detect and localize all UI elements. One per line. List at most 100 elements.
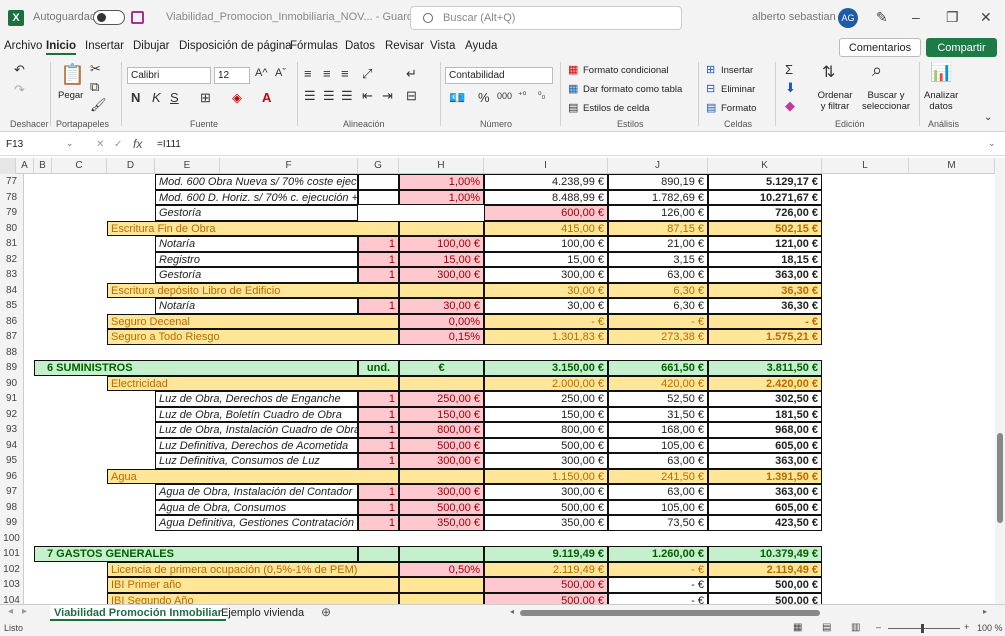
name-box-dropdown-icon[interactable]: ⌄ <box>66 138 74 149</box>
tab-vista[interactable]: Vista <box>430 40 455 52</box>
row-header[interactable]: 93 <box>0 422 24 438</box>
cell-total[interactable]: 726,00 € <box>708 205 822 221</box>
tab-formulas[interactable]: Fórmulas <box>290 40 338 52</box>
cell-unit-price[interactable]: 300,00 € <box>399 267 484 283</box>
search-input[interactable]: Buscar (Alt+Q) <box>410 6 682 30</box>
align-right-icon[interactable]: ☰ <box>341 88 353 104</box>
cell-styles-button[interactable]: Estilos de celda <box>583 103 650 114</box>
row-header[interactable]: 95 <box>0 453 24 469</box>
decrease-decimal-icon[interactable]: ⁰₀ <box>538 90 545 101</box>
bold-icon[interactable]: N <box>131 90 140 105</box>
cell-concept[interactable]: Luz de Obra, Boletín Cuadro de Obra <box>155 406 358 422</box>
tab-revisar[interactable]: Revisar <box>385 40 424 52</box>
cell-concept[interactable]: Luz de Obra, Instalación Cuadro de Obra <box>155 422 358 438</box>
cell-unit-price[interactable] <box>399 220 484 236</box>
cell-units[interactable] <box>358 189 399 205</box>
cell-unit-price[interactable]: 500,00 € <box>399 437 484 453</box>
cell-total[interactable]: 10.271,67 € <box>708 189 822 205</box>
next-sheet-icon[interactable]: ▸ <box>22 606 27 617</box>
sort-filter-icon[interactable]: ⇅ <box>822 62 835 82</box>
cell-unit-price[interactable] <box>399 375 484 391</box>
cell-unit-price[interactable]: 300,00 € <box>399 484 484 500</box>
cell-concept[interactable]: Agua de Obra, Consumos <box>155 499 358 515</box>
cell-concept[interactable]: Notaría <box>155 298 358 314</box>
tab-datos[interactable]: Datos <box>345 40 375 52</box>
cell-vat[interactable]: - € <box>608 577 708 593</box>
avatar[interactable]: AG <box>838 8 858 28</box>
cell-total[interactable]: 363,00 € <box>708 267 822 283</box>
cell-total[interactable]: 10.379,49 € <box>708 546 822 562</box>
table-format-button[interactable]: Dar formato como tabla <box>583 84 682 95</box>
cell-vat[interactable]: 63,00 € <box>608 453 708 469</box>
row-header[interactable]: 81 <box>0 236 24 252</box>
cell-subsection[interactable]: Licencia de primera ocupación (0,5%-1% d… <box>107 561 399 577</box>
minimize-icon[interactable]: – <box>912 9 920 25</box>
row-header[interactable]: 80 <box>0 220 24 236</box>
cell-units[interactable]: 1 <box>358 391 399 407</box>
insert-cells-icon[interactable]: ⊞ <box>706 63 715 76</box>
currency-icon[interactable]: 💶 <box>449 90 465 106</box>
cell-amount[interactable]: - € <box>484 313 608 329</box>
cell-vat[interactable]: 52,50 € <box>608 391 708 407</box>
align-top-icon[interactable]: ≡ <box>304 66 312 81</box>
cell-amount[interactable]: 250,00 € <box>484 391 608 407</box>
paste-label[interactable]: Pegar <box>58 90 83 101</box>
autosum-icon[interactable]: Σ <box>785 62 793 77</box>
cell-amount[interactable]: 2.000,00 € <box>484 375 608 391</box>
cell-vat[interactable]: 105,00 € <box>608 499 708 515</box>
cell-units[interactable]: 1 <box>358 298 399 314</box>
vertical-scroll-thumb[interactable] <box>997 433 1003 523</box>
sheet-tab-ejemplo[interactable]: Ejemplo vivienda <box>217 605 308 621</box>
row-header[interactable]: 98 <box>0 499 24 515</box>
cell-subsection[interactable]: Escritura Fin de Obra <box>107 220 399 236</box>
row-header[interactable]: 77 <box>0 174 24 190</box>
cell-total[interactable]: 36,30 € <box>708 282 822 298</box>
row-header[interactable]: 103 <box>0 577 24 593</box>
redo-icon[interactable]: ↷ <box>14 82 25 98</box>
cell-concept[interactable]: Agua de Obra, Instalación del Contador <box>155 484 358 500</box>
cell-unit-price[interactable]: 350,00 € <box>399 515 484 531</box>
prev-sheet-icon[interactable]: ◂ <box>8 606 13 617</box>
cell-vat[interactable]: 87,15 € <box>608 220 708 236</box>
conditional-format-icon[interactable]: ▦ <box>568 63 578 76</box>
cell-percentage[interactable]: 0,15% <box>399 329 484 345</box>
row-header[interactable]: 97 <box>0 484 24 500</box>
cell-vat[interactable]: 890,19 € <box>608 174 708 190</box>
cell-concept[interactable]: Mod. 600 D. Horiz. s/ 70% c. ejecución +… <box>155 189 358 205</box>
autosave-toggle[interactable] <box>93 10 125 25</box>
indent-increase-icon[interactable]: ⇥ <box>382 88 393 104</box>
cell-total[interactable]: 500,00 € <box>708 577 822 593</box>
cell-total[interactable]: - € <box>708 313 822 329</box>
cell-units[interactable]: 1 <box>358 484 399 500</box>
cell-vat[interactable]: 31,50 € <box>608 406 708 422</box>
add-sheet-icon[interactable]: ⊕ <box>321 605 331 619</box>
cell-unit-price[interactable]: 500,00 € <box>399 499 484 515</box>
cell-amount[interactable]: 150,00 € <box>484 406 608 422</box>
col-header-k[interactable]: K <box>708 158 822 174</box>
cell-unit-price[interactable]: 30,00 € <box>399 298 484 314</box>
cell-total[interactable]: 1.575,21 € <box>708 329 822 345</box>
cell-amount[interactable]: 300,00 € <box>484 484 608 500</box>
col-header-j[interactable]: J <box>608 158 708 174</box>
font-size-select[interactable]: 12 <box>214 67 250 84</box>
fill-color-icon[interactable]: ◈ <box>232 90 242 106</box>
borders-icon[interactable]: ⊞ <box>200 90 211 106</box>
cell-units[interactable]: 1 <box>358 251 399 267</box>
cell-amount[interactable]: 100,00 € <box>484 236 608 252</box>
conditional-format-button[interactable]: Formato condicional <box>583 65 669 76</box>
col-header-c[interactable]: C <box>52 158 107 174</box>
cell-amount[interactable]: 300,00 € <box>484 267 608 283</box>
wrap-text-icon[interactable]: ↵ <box>406 66 417 82</box>
col-header-m[interactable]: M <box>909 158 995 174</box>
cell-styles-icon[interactable]: ▤ <box>568 101 578 114</box>
cell-vat[interactable]: 1.260,00 € <box>608 546 708 562</box>
cell-unit-price[interactable] <box>399 205 484 221</box>
font-name-select[interactable]: Calibri <box>127 67 211 84</box>
select-all-corner[interactable] <box>0 158 16 174</box>
font-grow-icon[interactable]: A^ <box>255 67 268 79</box>
function-icon[interactable]: fx <box>133 137 142 151</box>
col-header-e[interactable]: E <box>155 158 220 174</box>
cell-vat[interactable]: 273,38 € <box>608 329 708 345</box>
cell-subsection[interactable]: Electricidad <box>107 375 399 391</box>
underline-icon[interactable]: S <box>170 90 179 105</box>
